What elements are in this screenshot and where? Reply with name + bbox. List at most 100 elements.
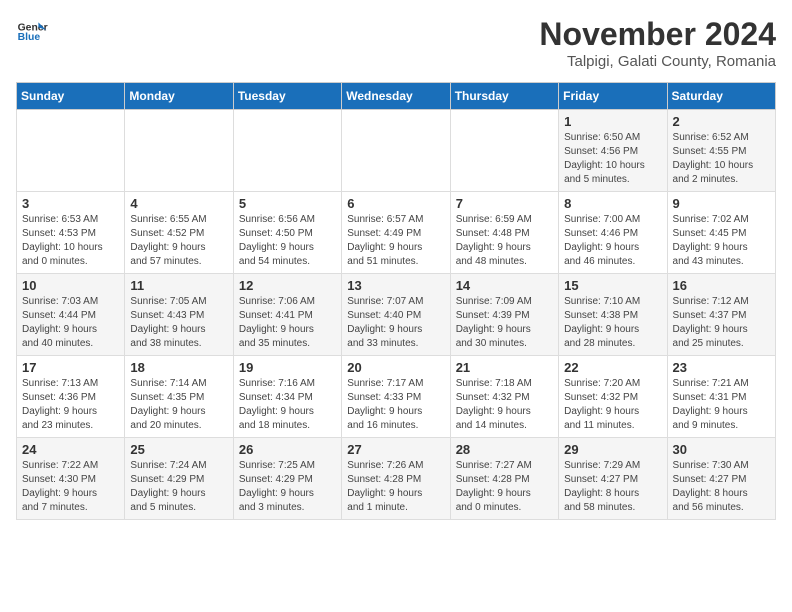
day-cell: 19 Sunrise: 7:16 AM Sunset: 4:34 PM Dayli… [233, 356, 341, 438]
day-cell: 20 Sunrise: 7:17 AM Sunset: 4:33 PM Dayli… [342, 356, 450, 438]
day-info: Sunrise: 6:56 AM Sunset: 4:50 PM Dayligh… [239, 213, 336, 269]
title-area: November 2024 Talpigi, Galati County, Ro… [539, 16, 776, 70]
day-number: 1 [564, 114, 661, 129]
day-info: Sunrise: 7:16 AM Sunset: 4:34 PM Dayligh… [239, 377, 336, 433]
day-info: Sunrise: 7:21 AM Sunset: 4:31 PM Dayligh… [673, 377, 770, 433]
day-cell: 30Sunrise: 7:30 AM Sunset: 4:27 PM Dayli… [667, 438, 775, 520]
day-cell: 17 Sunrise: 7:13 AM Sunset: 4:36 PM Dayli… [17, 356, 125, 438]
day-info: Sunrise: 7:02 AM Sunset: 4:45 PM Dayligh… [673, 213, 770, 269]
day-cell [233, 110, 341, 192]
weekday-header-wednesday: Wednesday [342, 83, 450, 110]
day-cell: 28 Sunrise: 7:27 AM Sunset: 4:28 PM Dayli… [450, 438, 558, 520]
day-number: 8 [564, 196, 661, 211]
day-info: Sunrise: 7:07 AM Sunset: 4:40 PM Dayligh… [347, 295, 444, 351]
day-number: 21 [456, 360, 553, 375]
day-info: Sunrise: 7:24 AM Sunset: 4:29 PM Dayligh… [130, 459, 227, 515]
day-cell: 24Sunrise: 7:22 AM Sunset: 4:30 PM Dayli… [17, 438, 125, 520]
day-number: 10 [22, 278, 119, 293]
day-info: Sunrise: 6:55 AM Sunset: 4:52 PM Dayligh… [130, 213, 227, 269]
day-number: 9 [673, 196, 770, 211]
day-number: 3 [22, 196, 119, 211]
week-row-4: 17 Sunrise: 7:13 AM Sunset: 4:36 PM Dayli… [17, 356, 776, 438]
weekday-header-tuesday: Tuesday [233, 83, 341, 110]
day-number: 5 [239, 196, 336, 211]
day-cell: 22 Sunrise: 7:20 AM Sunset: 4:32 PM Dayli… [559, 356, 667, 438]
day-info: Sunrise: 7:27 AM Sunset: 4:28 PM Dayligh… [456, 459, 553, 515]
day-info: Sunrise: 7:06 AM Sunset: 4:41 PM Dayligh… [239, 295, 336, 351]
week-row-3: 10 Sunrise: 7:03 AM Sunset: 4:44 PM Dayli… [17, 274, 776, 356]
day-info: Sunrise: 7:14 AM Sunset: 4:35 PM Dayligh… [130, 377, 227, 433]
day-number: 28 [456, 442, 553, 457]
day-number: 15 [564, 278, 661, 293]
header: General Blue November 2024 Talpigi, Gala… [16, 16, 776, 70]
day-info: Sunrise: 6:52 AM Sunset: 4:55 PM Dayligh… [673, 131, 770, 187]
day-number: 4 [130, 196, 227, 211]
day-cell: 9 Sunrise: 7:02 AM Sunset: 4:45 PM Daylig… [667, 192, 775, 274]
day-number: 14 [456, 278, 553, 293]
day-info: Sunrise: 7:26 AM Sunset: 4:28 PM Dayligh… [347, 459, 444, 515]
day-number: 26 [239, 442, 336, 457]
day-cell: 7 Sunrise: 6:59 AM Sunset: 4:48 PM Daylig… [450, 192, 558, 274]
day-cell: 12 Sunrise: 7:06 AM Sunset: 4:41 PM Dayli… [233, 274, 341, 356]
day-info: Sunrise: 6:50 AM Sunset: 4:56 PM Dayligh… [564, 131, 661, 187]
weekday-header-saturday: Saturday [667, 83, 775, 110]
day-number: 18 [130, 360, 227, 375]
weekday-header-sunday: Sunday [17, 83, 125, 110]
day-cell: 14 Sunrise: 7:09 AM Sunset: 4:39 PM Dayli… [450, 274, 558, 356]
day-number: 25 [130, 442, 227, 457]
day-info: Sunrise: 7:00 AM Sunset: 4:46 PM Dayligh… [564, 213, 661, 269]
day-number: 13 [347, 278, 444, 293]
weekday-header-friday: Friday [559, 83, 667, 110]
day-info: Sunrise: 7:22 AM Sunset: 4:30 PM Dayligh… [22, 459, 119, 515]
day-cell: 11 Sunrise: 7:05 AM Sunset: 4:43 PM Dayli… [125, 274, 233, 356]
day-info: Sunrise: 7:09 AM Sunset: 4:39 PM Dayligh… [456, 295, 553, 351]
day-cell [17, 110, 125, 192]
week-row-2: 3 Sunrise: 6:53 AM Sunset: 4:53 PM Daylig… [17, 192, 776, 274]
day-cell: 13 Sunrise: 7:07 AM Sunset: 4:40 PM Dayli… [342, 274, 450, 356]
day-info: Sunrise: 7:17 AM Sunset: 4:33 PM Dayligh… [347, 377, 444, 433]
logo-icon: General Blue [16, 16, 48, 48]
day-number: 16 [673, 278, 770, 293]
logo: General Blue [16, 16, 48, 48]
day-info: Sunrise: 6:59 AM Sunset: 4:48 PM Dayligh… [456, 213, 553, 269]
day-info: Sunrise: 7:30 AM Sunset: 4:27 PM Dayligh… [673, 459, 770, 515]
day-info: Sunrise: 7:25 AM Sunset: 4:29 PM Dayligh… [239, 459, 336, 515]
week-row-5: 24Sunrise: 7:22 AM Sunset: 4:30 PM Dayli… [17, 438, 776, 520]
day-cell [125, 110, 233, 192]
day-number: 7 [456, 196, 553, 211]
weekday-header-monday: Monday [125, 83, 233, 110]
day-number: 27 [347, 442, 444, 457]
day-cell: 18 Sunrise: 7:14 AM Sunset: 4:35 PM Dayli… [125, 356, 233, 438]
day-cell: 21 Sunrise: 7:18 AM Sunset: 4:32 PM Dayli… [450, 356, 558, 438]
day-cell: 6Sunrise: 6:57 AM Sunset: 4:49 PM Daylig… [342, 192, 450, 274]
day-info: Sunrise: 7:03 AM Sunset: 4:44 PM Dayligh… [22, 295, 119, 351]
day-number: 29 [564, 442, 661, 457]
day-number: 23 [673, 360, 770, 375]
day-number: 11 [130, 278, 227, 293]
day-info: Sunrise: 7:13 AM Sunset: 4:36 PM Dayligh… [22, 377, 119, 433]
day-cell: 27 Sunrise: 7:26 AM Sunset: 4:28 PM Dayli… [342, 438, 450, 520]
weekday-header-thursday: Thursday [450, 83, 558, 110]
day-cell: 2 Sunrise: 6:52 AM Sunset: 4:55 PM Daylig… [667, 110, 775, 192]
day-info: Sunrise: 7:18 AM Sunset: 4:32 PM Dayligh… [456, 377, 553, 433]
svg-text:Blue: Blue [18, 32, 41, 43]
day-cell: 26 Sunrise: 7:25 AM Sunset: 4:29 PM Dayli… [233, 438, 341, 520]
day-cell: 1 Sunrise: 6:50 AM Sunset: 4:56 PM Daylig… [559, 110, 667, 192]
day-cell: 10 Sunrise: 7:03 AM Sunset: 4:44 PM Dayli… [17, 274, 125, 356]
day-info: Sunrise: 6:53 AM Sunset: 4:53 PM Dayligh… [22, 213, 119, 269]
weekday-header-row: SundayMondayTuesdayWednesdayThursdayFrid… [17, 83, 776, 110]
day-info: Sunrise: 7:10 AM Sunset: 4:38 PM Dayligh… [564, 295, 661, 351]
day-info: Sunrise: 7:05 AM Sunset: 4:43 PM Dayligh… [130, 295, 227, 351]
day-number: 12 [239, 278, 336, 293]
day-cell: 3 Sunrise: 6:53 AM Sunset: 4:53 PM Daylig… [17, 192, 125, 274]
day-number: 6 [347, 196, 444, 211]
day-number: 17 [22, 360, 119, 375]
day-cell: 23 Sunrise: 7:21 AM Sunset: 4:31 PM Dayli… [667, 356, 775, 438]
day-number: 19 [239, 360, 336, 375]
day-info: Sunrise: 7:20 AM Sunset: 4:32 PM Dayligh… [564, 377, 661, 433]
day-number: 22 [564, 360, 661, 375]
day-info: Sunrise: 7:12 AM Sunset: 4:37 PM Dayligh… [673, 295, 770, 351]
day-number: 2 [673, 114, 770, 129]
day-number: 20 [347, 360, 444, 375]
calendar-table: SundayMondayTuesdayWednesdayThursdayFrid… [16, 82, 776, 520]
